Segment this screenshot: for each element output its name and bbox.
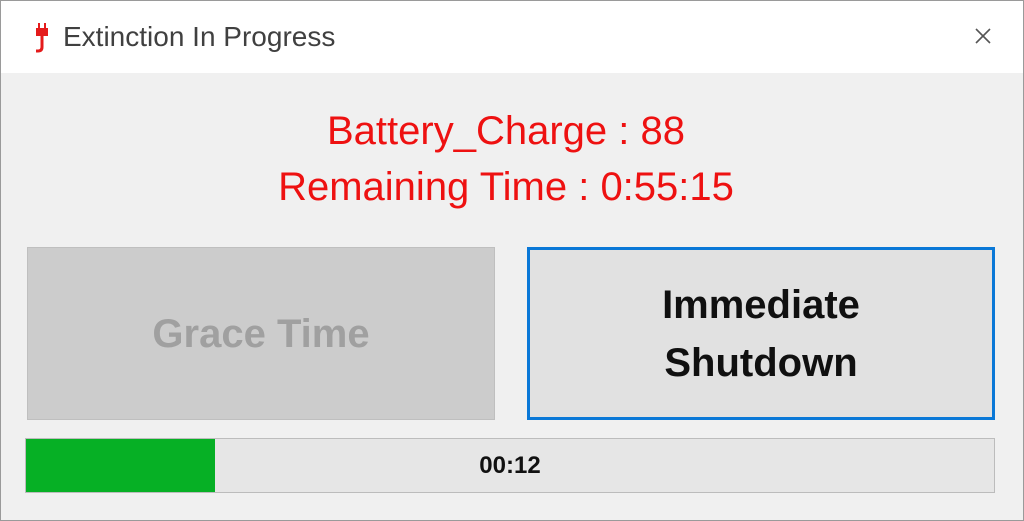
shutdown-label-line1: Immediate	[662, 282, 860, 327]
close-button[interactable]	[961, 13, 1005, 57]
battery-charge-label: Battery_Charge : 88	[327, 109, 685, 153]
window-title: Extinction In Progress	[63, 21, 336, 52]
progress-time-text: 00:12	[479, 451, 541, 479]
shutdown-label-line2: Shutdown	[664, 340, 858, 385]
grace-time-label: Grace Time	[152, 311, 370, 356]
grace-time-button[interactable]: Grace Time	[27, 247, 495, 420]
dialog-window: Extinction In Progress Battery_Charge : …	[0, 0, 1024, 521]
remaining-time-label: Remaining Time : 0:55:15	[278, 165, 734, 209]
close-icon	[975, 28, 991, 44]
countdown-progress-bar: 00:12	[25, 438, 995, 493]
immediate-shutdown-button[interactable]: Immediate Shutdown	[527, 247, 995, 420]
title-bar: Extinction In Progress	[1, 1, 1023, 73]
power-plug-icon	[36, 23, 48, 53]
